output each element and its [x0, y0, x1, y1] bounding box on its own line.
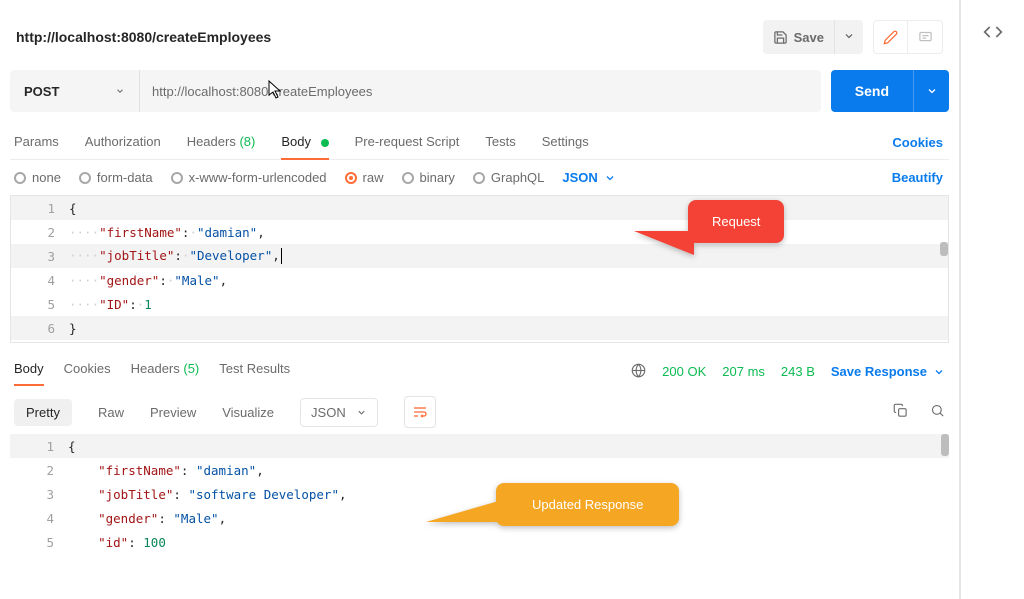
tab-tests[interactable]: Tests [485, 126, 515, 159]
response-tab-headers[interactable]: Headers (5) [131, 357, 200, 386]
response-headers-count: (5) [183, 361, 199, 376]
save-label: Save [794, 30, 824, 45]
response-time: 207 ms [722, 364, 765, 379]
beautify-link[interactable]: Beautify [892, 170, 945, 185]
chevron-down-icon [926, 85, 938, 97]
req-jobtitle-value: "Developer" [189, 248, 272, 263]
chevron-down-icon [604, 172, 616, 184]
req-id-value: 1 [144, 297, 152, 312]
callout-request: Request [688, 200, 784, 243]
response-tab-testresults[interactable]: Test Results [219, 357, 290, 386]
url-text: http://localhost:8080/createEmployees [152, 84, 372, 99]
scrollbar[interactable] [940, 242, 948, 256]
response-body-viewer[interactable]: 1{ 2 "firstName": "damian", 3 "jobTitle"… [10, 434, 949, 554]
save-response-dropdown[interactable]: Save Response [831, 364, 945, 379]
response-view-pretty[interactable]: Pretty [14, 399, 72, 426]
bodytype-xwww[interactable]: x-www-form-urlencoded [171, 170, 327, 185]
tab-authorization[interactable]: Authorization [85, 126, 161, 159]
tab-prerequest[interactable]: Pre-request Script [355, 126, 460, 159]
bodytype-raw[interactable]: raw [345, 170, 384, 185]
comment-button[interactable] [908, 21, 942, 53]
method-select[interactable]: POST [10, 70, 140, 112]
chevron-down-icon [933, 366, 945, 378]
res-jobtitle-value: "software Developer" [188, 487, 339, 502]
save-dropdown[interactable] [835, 30, 863, 45]
tab-body-label: Body [281, 134, 311, 149]
search-response-button[interactable] [930, 403, 945, 421]
code-icon [983, 22, 1003, 42]
mouse-cursor-icon [268, 80, 284, 100]
save-icon [773, 30, 788, 45]
text-cursor [281, 248, 282, 264]
bodytype-binary[interactable]: binary [402, 170, 455, 185]
body-modified-dot [321, 139, 329, 147]
tab-settings[interactable]: Settings [542, 126, 589, 159]
headers-count: (8) [239, 134, 255, 149]
response-view-preview[interactable]: Preview [150, 399, 196, 426]
tab-headers-label: Headers [187, 134, 236, 149]
res-firstname-value: "damian" [196, 463, 256, 478]
send-button[interactable]: Send [831, 70, 913, 112]
chevron-down-icon [115, 86, 125, 96]
response-size: 243 B [781, 364, 815, 379]
request-body-editor[interactable]: 1{ 2····"firstName":·"damian", 3····"job… [10, 195, 949, 343]
wrap-icon [412, 404, 428, 420]
bodytype-none[interactable]: none [14, 170, 61, 185]
raw-format-select[interactable]: JSON [562, 170, 615, 185]
response-status: 200 OK [662, 364, 706, 379]
request-title: http://localhost:8080/createEmployees [16, 29, 271, 45]
comment-icon [918, 30, 933, 45]
save-button[interactable]: Save [763, 20, 835, 54]
wrap-lines-button[interactable] [404, 396, 436, 428]
tab-body[interactable]: Body [281, 126, 328, 159]
callout-response: Updated Response [496, 483, 679, 526]
search-icon [930, 403, 945, 418]
response-view-raw[interactable]: Raw [98, 399, 124, 426]
scrollbar[interactable] [941, 434, 949, 456]
res-id-value: 100 [143, 535, 166, 550]
code-snippet-button[interactable] [983, 22, 1003, 599]
bodytype-formdata[interactable]: form-data [79, 170, 153, 185]
req-gender-value: "Male" [174, 273, 219, 288]
copy-response-button[interactable] [893, 403, 908, 421]
chevron-down-icon [356, 407, 367, 418]
req-firstname-value: "damian" [197, 225, 257, 240]
chevron-down-icon [843, 30, 855, 42]
url-input[interactable]: http://localhost:8080/createEmployees [140, 70, 821, 112]
edit-button[interactable] [874, 21, 908, 53]
send-dropdown[interactable] [913, 70, 949, 112]
copy-icon [893, 403, 908, 418]
tab-params[interactable]: Params [14, 126, 59, 159]
cookies-link[interactable]: Cookies [890, 127, 945, 158]
response-view-visualize[interactable]: Visualize [222, 399, 274, 426]
response-tab-cookies[interactable]: Cookies [64, 357, 111, 386]
method-label: POST [24, 84, 59, 99]
response-format-select[interactable]: JSON [300, 398, 378, 427]
pencil-icon [883, 30, 898, 45]
response-tab-body[interactable]: Body [14, 357, 44, 386]
tab-headers[interactable]: Headers (8) [187, 126, 256, 159]
res-gender-value: "Male" [173, 511, 218, 526]
globe-icon[interactable] [631, 363, 646, 381]
bodytype-graphql[interactable]: GraphQL [473, 170, 544, 185]
